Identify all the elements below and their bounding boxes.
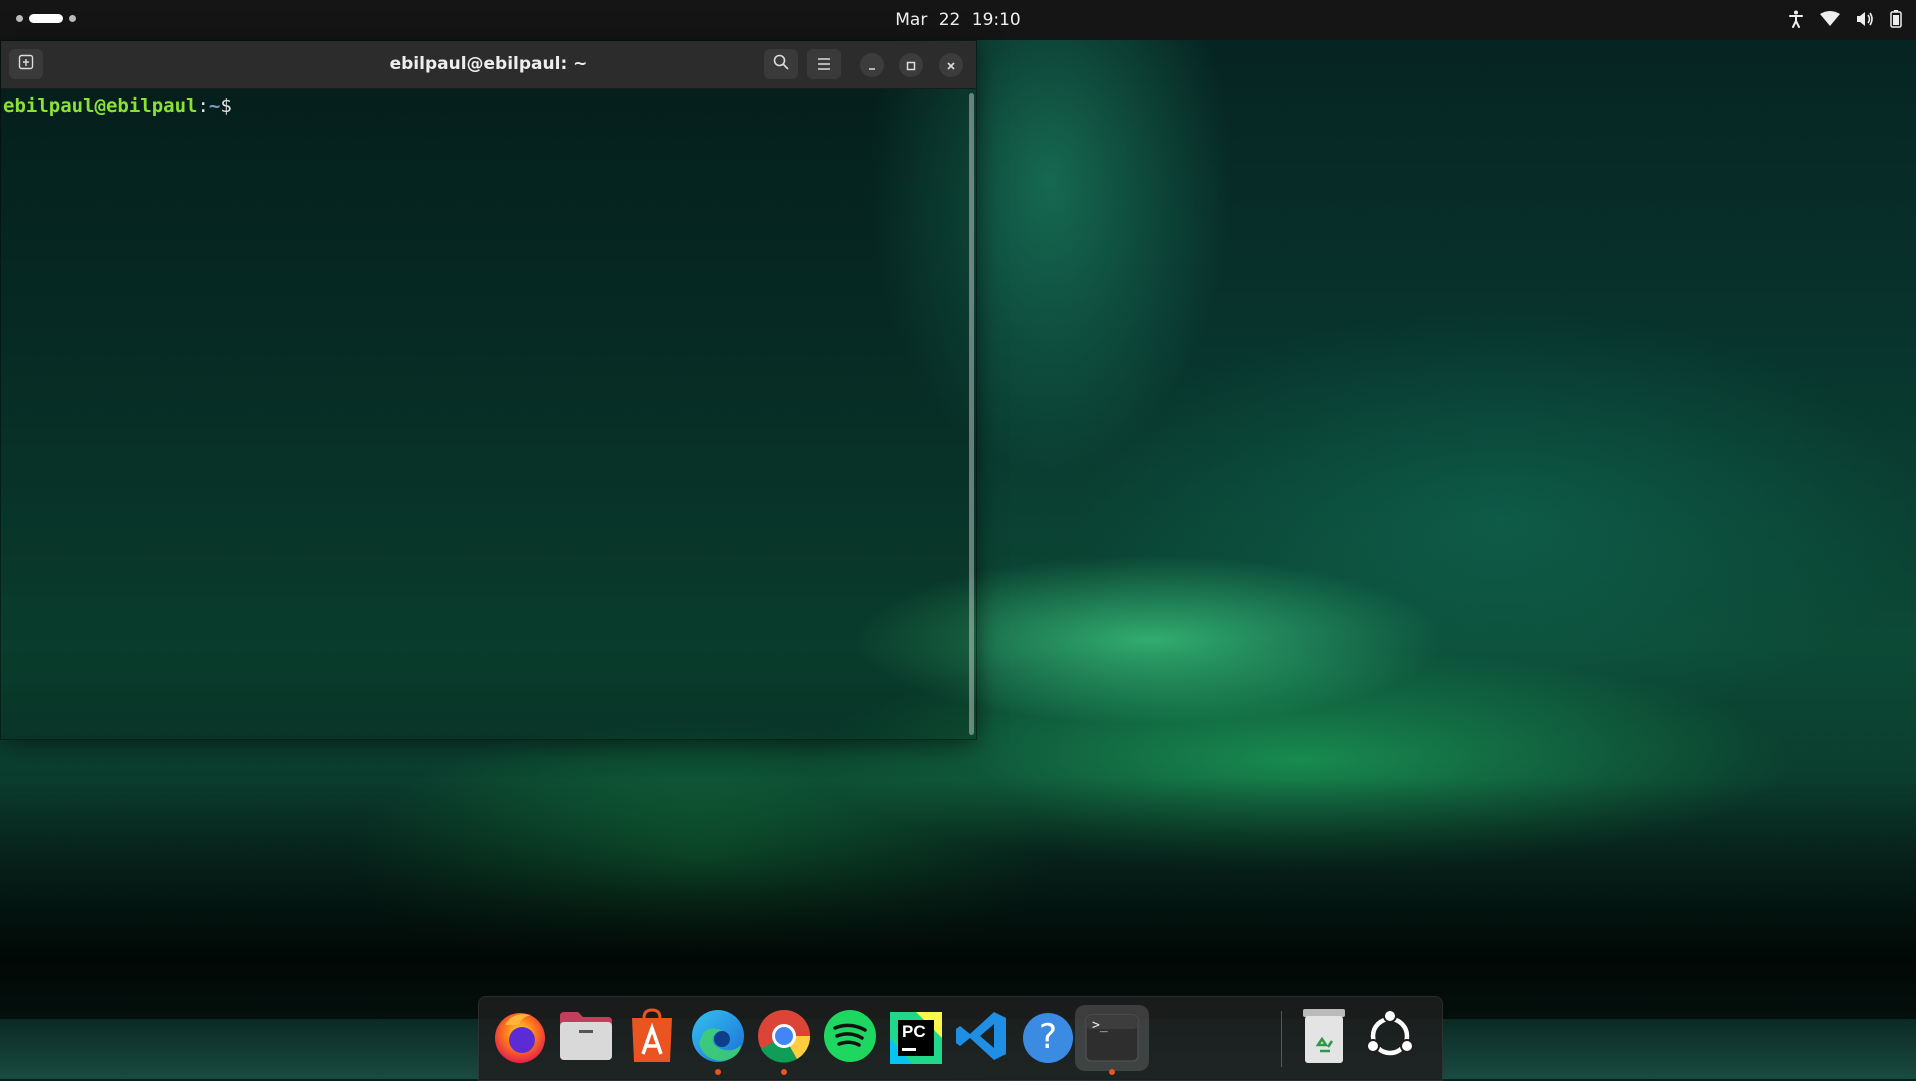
dock-item-show-apps[interactable] xyxy=(1357,1005,1423,1071)
terminal-glyph: >_ xyxy=(1092,1018,1108,1033)
terminal-headerbar[interactable]: ebilpaul@ebilpaul: ~ xyxy=(1,41,976,89)
scrollbar[interactable] xyxy=(969,93,974,735)
terminal-icon: >_ xyxy=(1085,1014,1139,1062)
running-indicator xyxy=(1109,1069,1115,1075)
search-button[interactable] xyxy=(764,49,798,79)
prompt-user: ebilpaul@ebilpaul xyxy=(3,95,198,117)
show-apps-icon xyxy=(1362,1008,1418,1068)
pycharm-icon: PC xyxy=(886,1008,946,1068)
dock-item-firefox[interactable] xyxy=(487,1005,553,1071)
dock-separator xyxy=(1281,1011,1282,1067)
dock-item-help[interactable]: ? xyxy=(1015,1005,1081,1071)
volume-icon[interactable] xyxy=(1856,11,1874,27)
trash-icon xyxy=(1300,1007,1348,1069)
menu-button[interactable] xyxy=(807,49,841,79)
help-icon: ? xyxy=(1021,1011,1075,1065)
search-icon xyxy=(773,54,789,74)
minimize-icon xyxy=(867,56,877,75)
dock-item-trash[interactable] xyxy=(1291,1005,1357,1071)
dock-item-app-center[interactable] xyxy=(619,1005,685,1071)
battery-icon[interactable] xyxy=(1890,10,1902,28)
running-indicator xyxy=(715,1069,721,1075)
edge-icon xyxy=(689,1007,747,1069)
dock-item-terminal[interactable]: >_ xyxy=(1075,1005,1149,1075)
clock[interactable]: Mar 22 19:10 xyxy=(0,10,1916,30)
dock: PC ? >_ xyxy=(478,996,1443,1081)
top-bar: Mar 22 19:10 xyxy=(0,0,1916,40)
firefox-icon xyxy=(491,1007,549,1069)
hamburger-menu-icon xyxy=(817,55,831,74)
wifi-icon[interactable] xyxy=(1820,11,1840,27)
spotify-icon xyxy=(822,1008,878,1068)
shell-prompt: ebilpaul@ebilpaul:~$ xyxy=(3,95,232,117)
system-tray[interactable] xyxy=(1788,10,1902,28)
dock-item-files[interactable] xyxy=(553,1005,619,1071)
maximize-icon xyxy=(906,56,916,75)
dock-item-edge[interactable] xyxy=(685,1005,751,1075)
close-button[interactable] xyxy=(939,53,963,77)
help-label: ? xyxy=(1038,1017,1058,1057)
dock-item-spotify[interactable] xyxy=(817,1005,883,1071)
dock-item-pycharm[interactable]: PC xyxy=(883,1005,949,1071)
maximize-button[interactable] xyxy=(899,53,923,77)
vscode-icon xyxy=(954,1008,1010,1068)
close-icon xyxy=(946,56,956,75)
dock-item-chrome[interactable] xyxy=(751,1005,817,1075)
prompt-colon: : xyxy=(197,95,209,117)
files-icon xyxy=(558,1010,614,1066)
prompt-path: ~ xyxy=(208,95,221,117)
pycharm-label: PC xyxy=(902,1022,926,1041)
terminal-output[interactable]: ebilpaul@ebilpaul:~$ xyxy=(1,89,976,739)
prompt-sign: $ xyxy=(220,95,232,117)
chrome-icon xyxy=(755,1007,813,1069)
running-indicator xyxy=(781,1069,787,1075)
minimize-button[interactable] xyxy=(860,53,884,77)
app-center-icon xyxy=(628,1008,676,1068)
terminal-window[interactable]: ebilpaul@ebilpaul: ~ ebilpaul@ebilpaul:~… xyxy=(0,40,977,740)
accessibility-icon[interactable] xyxy=(1788,10,1804,28)
dock-item-vscode[interactable] xyxy=(949,1005,1015,1071)
